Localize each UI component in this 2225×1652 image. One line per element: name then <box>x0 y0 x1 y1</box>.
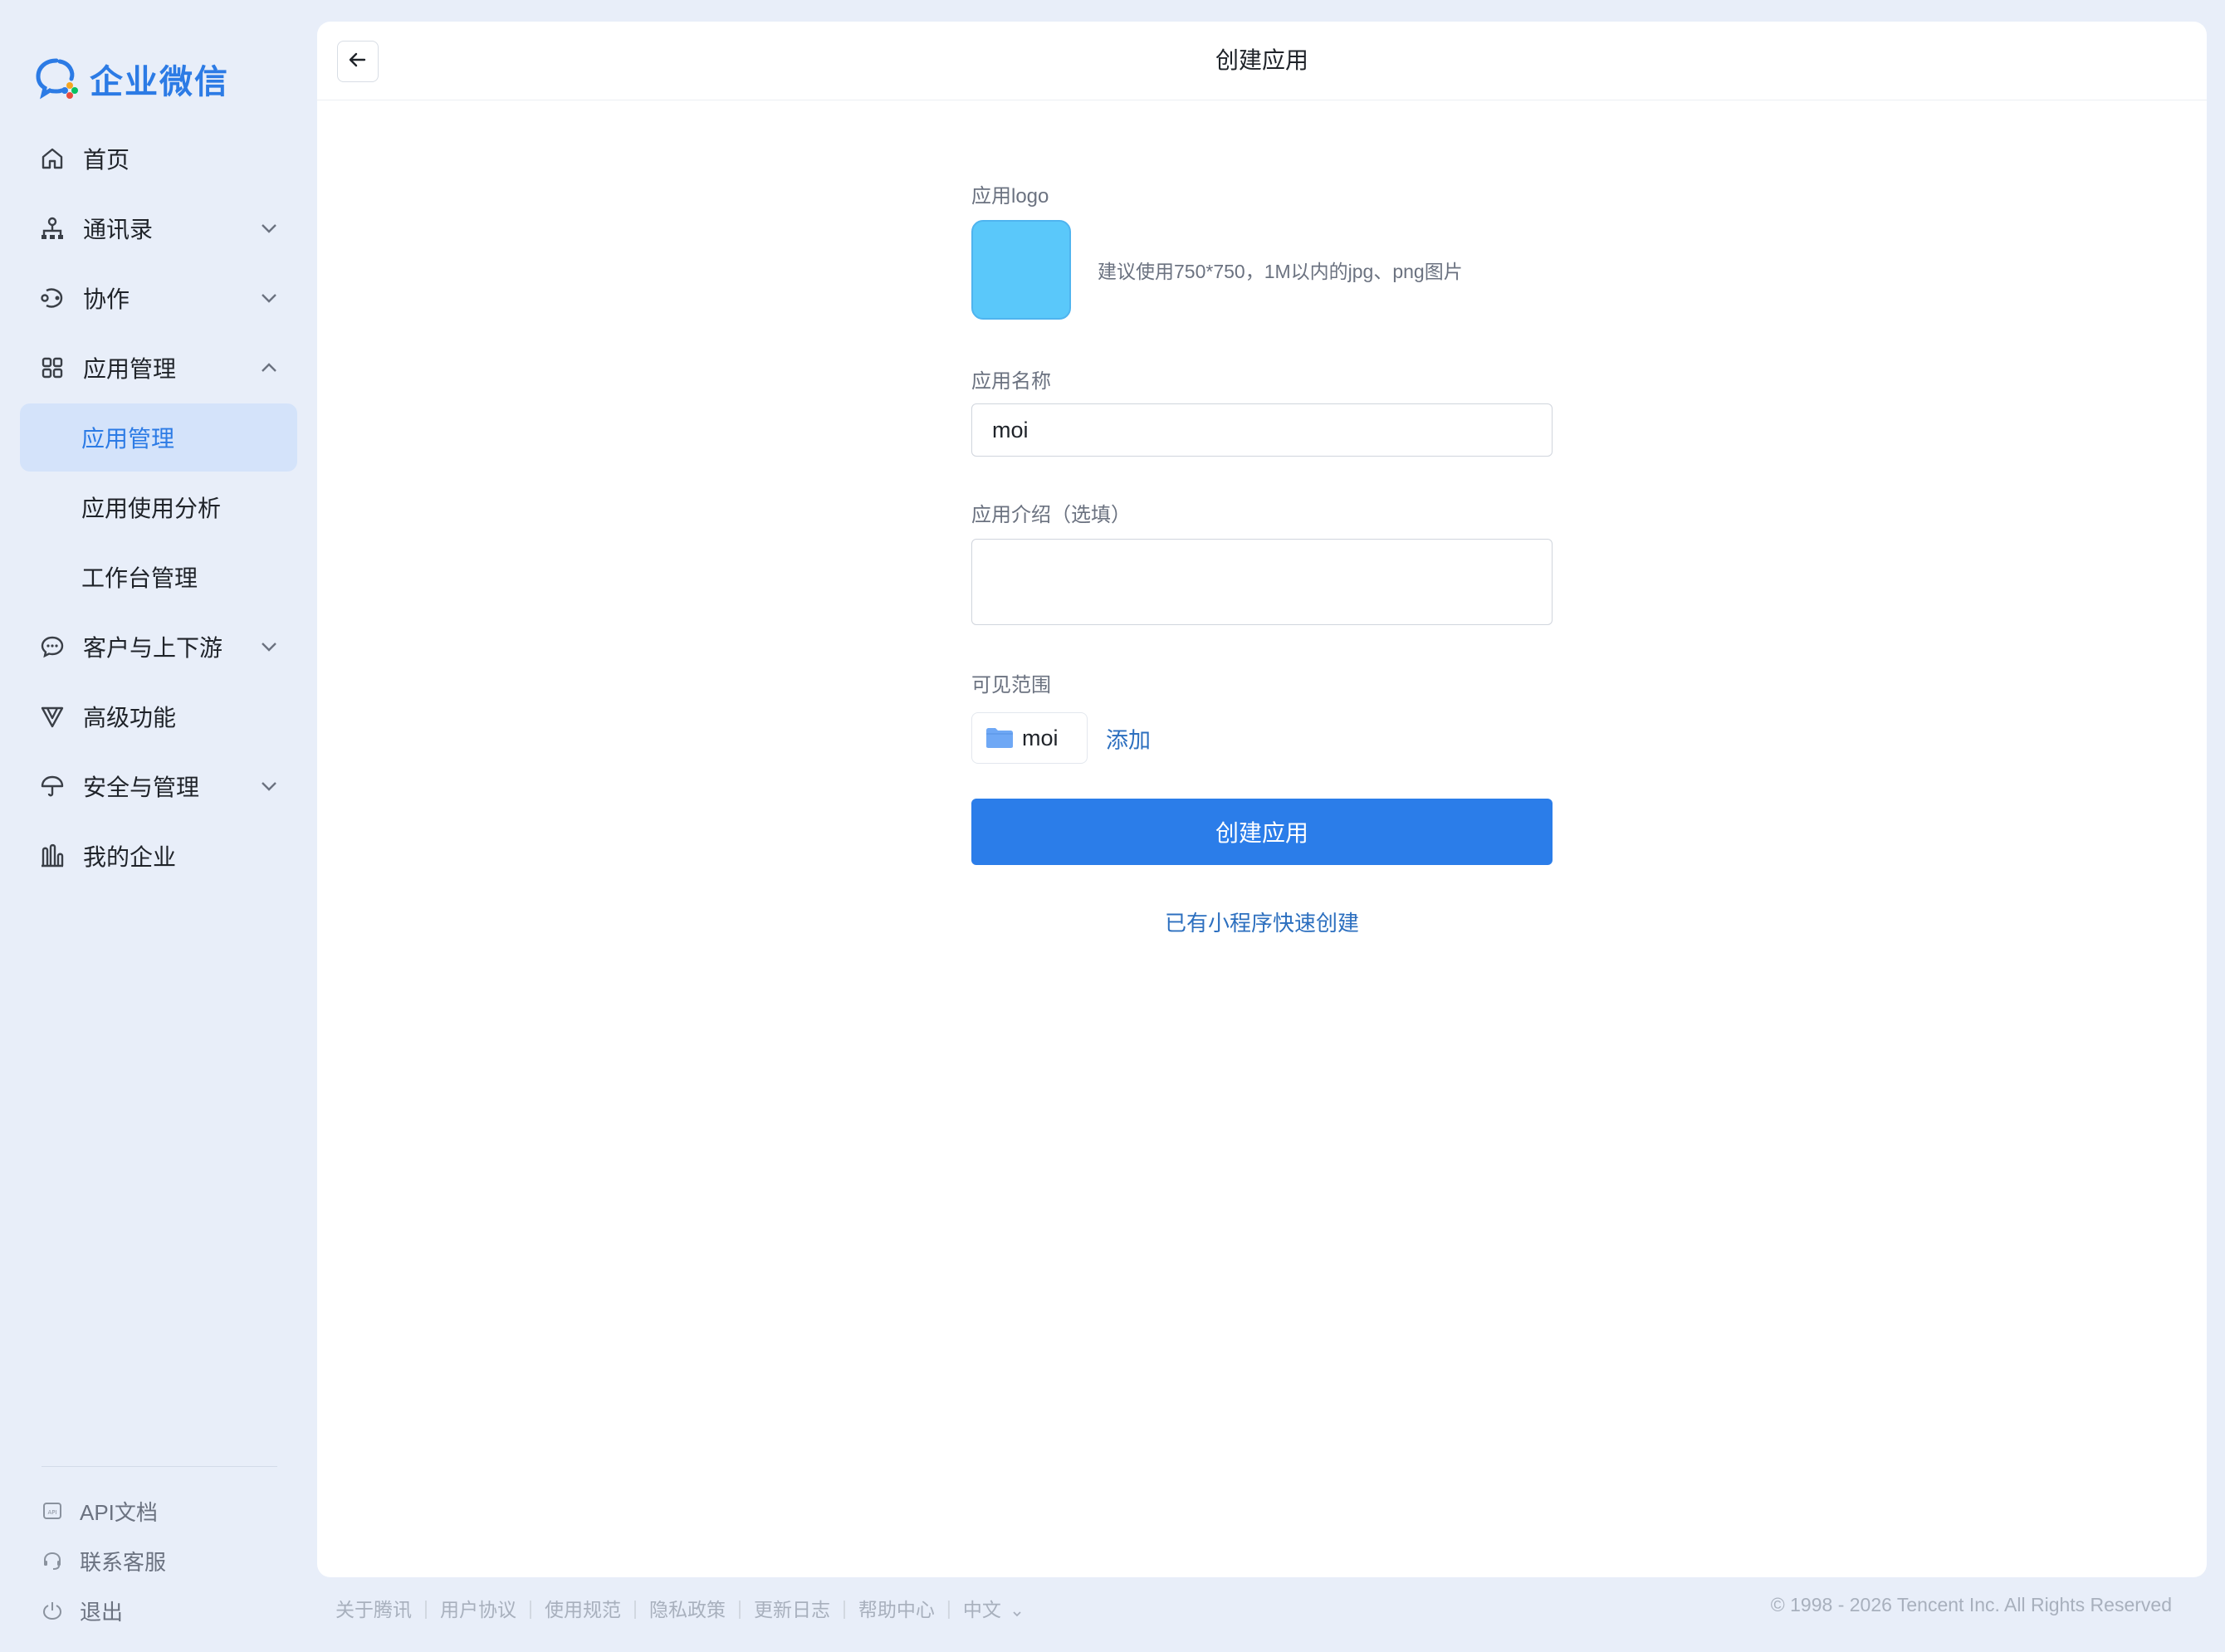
customer-service-label: 联系客服 <box>80 1549 167 1575</box>
footer-link-privacy[interactable]: 隐私政策 <box>649 1594 726 1622</box>
footer-link-user-agreement[interactable]: 用户协议 <box>440 1594 516 1622</box>
footer-link-changelog[interactable]: 更新日志 <box>754 1594 830 1622</box>
power-icon <box>40 1598 65 1623</box>
sidebar-item-collaboration[interactable]: 协作 <box>20 264 297 332</box>
sidebar-divider <box>42 1466 277 1467</box>
page-title: 创建应用 <box>1215 47 1308 73</box>
intro-label: 应用介绍（选填） <box>971 504 1131 526</box>
sidebar-subitem-workbench-management[interactable]: 工作台管理 <box>20 543 297 611</box>
app-intro-textarea[interactable] <box>971 539 1553 625</box>
scope-row: moi 添加 <box>971 712 1553 764</box>
wecom-logo-icon <box>35 56 81 102</box>
sidebar-nav: 首页 通讯录 协作 应用管理 应用管理 应用使用分析 工作台管理 客户与上下游 … <box>20 125 297 892</box>
footer-separator: | <box>423 1596 428 1619</box>
footer-separator: | <box>946 1596 951 1619</box>
footer-separator: | <box>736 1596 742 1619</box>
scope-chip-label: moi <box>1022 725 1059 750</box>
chevron-down-icon <box>257 217 281 240</box>
add-scope-link[interactable]: 添加 <box>1106 722 1151 755</box>
api-doc-label: API文档 <box>80 1499 158 1525</box>
brand-name: 企业微信 <box>90 64 229 100</box>
org-chart-icon <box>38 214 66 242</box>
mini-program-create-link[interactable]: 已有小程序快速创建 <box>971 907 1553 937</box>
chevron-down-icon <box>257 635 281 658</box>
app-logo-upload[interactable] <box>971 220 1071 320</box>
collaboration-icon <box>38 284 66 312</box>
footer-separator: | <box>841 1596 847 1619</box>
chevron-down-icon[interactable] <box>1011 1602 1023 1617</box>
sidebar-item-my-company[interactable]: 我的企业 <box>20 822 297 890</box>
scope-department-chip[interactable]: moi <box>971 712 1088 764</box>
create-app-button[interactable]: 创建应用 <box>971 799 1553 865</box>
advanced-icon <box>38 702 66 731</box>
footer-link-about[interactable]: 关于腾讯 <box>335 1594 412 1622</box>
sidebar-bottom-links: API API文档 联系客服 退出 <box>40 1486 166 1635</box>
chevron-down-icon <box>257 286 281 310</box>
sidebar-item-label: 协作 <box>83 286 130 312</box>
logo-row: 建议使用750*750，1M以内的jpg、png图片 <box>971 220 1553 320</box>
api-doc-link[interactable]: API API文档 <box>40 1486 166 1536</box>
sidebar-item-label: 我的企业 <box>83 844 177 870</box>
sidebar-item-customers[interactable]: 客户与上下游 <box>20 613 297 681</box>
footer-links: 关于腾讯 | 用户协议 | 使用规范 | 隐私政策 | 更新日志 | 帮助中心 … <box>335 1594 1023 1622</box>
sidebar-item-home[interactable]: 首页 <box>20 125 297 193</box>
scope-label: 可见范围 <box>971 674 1051 696</box>
card-header: 创建应用 <box>317 22 2207 100</box>
chevron-down-icon <box>257 775 281 798</box>
sidebar-item-security[interactable]: 安全与管理 <box>20 752 297 820</box>
logo-hint: 建议使用750*750，1M以内的jpg、png图片 <box>1098 261 1463 282</box>
sidebar-item-label: 首页 <box>83 147 130 173</box>
app-name-input[interactable]: moi <box>971 403 1553 457</box>
sidebar-item-advanced[interactable]: 高级功能 <box>20 682 297 750</box>
sidebar-item-label: 应用管理 <box>83 356 177 382</box>
sidebar: 企业微信 首页 通讯录 协作 应用管理 应用管理 应用使用分析 工作台管理 客户… <box>0 0 315 1652</box>
sidebar-item-label: 高级功能 <box>83 705 177 731</box>
copyright: © 1998 - 2026 Tencent Inc. All Rights Re… <box>1770 1594 2172 1615</box>
logout-link[interactable]: 退出 <box>40 1586 166 1635</box>
create-app-form: 应用logo 建议使用750*750，1M以内的jpg、png图片 应用名称 m… <box>971 179 1553 937</box>
sidebar-item-label: 工作台管理 <box>81 565 198 591</box>
home-icon <box>38 144 66 173</box>
name-label: 应用名称 <box>971 370 1051 393</box>
logo-label: 应用logo <box>971 185 1049 208</box>
main-card: 创建应用 应用logo 建议使用750*750，1M以内的jpg、png图片 应… <box>317 22 2207 1577</box>
chevron-up-icon <box>257 356 281 379</box>
sidebar-subitem-app-usage-analysis[interactable]: 应用使用分析 <box>20 473 297 541</box>
footer-separator: | <box>632 1596 638 1619</box>
sidebar-subitem-app-management[interactable]: 应用管理 <box>20 403 297 472</box>
umbrella-icon <box>38 772 66 800</box>
sidebar-item-label: 应用管理 <box>81 426 175 452</box>
language-selector[interactable]: 中文 <box>963 1594 1001 1622</box>
brand-logo[interactable]: 企业微信 <box>35 55 229 103</box>
sidebar-item-label: 客户与上下游 <box>83 635 223 661</box>
folder-icon <box>985 727 1014 749</box>
chat-bubble-icon <box>38 633 66 661</box>
logout-label: 退出 <box>80 1599 124 1625</box>
sidebar-item-label: 通讯录 <box>83 217 154 242</box>
footer-link-usage-rules[interactable]: 使用规范 <box>545 1594 621 1622</box>
footer-separator: | <box>527 1596 533 1619</box>
sidebar-item-app-management[interactable]: 应用管理 <box>20 334 297 402</box>
api-doc-icon: API <box>40 1498 65 1523</box>
apps-grid-icon <box>38 354 66 382</box>
sidebar-item-label: 安全与管理 <box>83 775 200 800</box>
headset-icon <box>40 1548 65 1573</box>
building-icon <box>38 842 66 870</box>
customer-service-link[interactable]: 联系客服 <box>40 1536 166 1586</box>
footer-link-help[interactable]: 帮助中心 <box>858 1594 935 1622</box>
svg-text:API: API <box>47 1509 56 1516</box>
sidebar-item-contacts[interactable]: 通讯录 <box>20 194 297 262</box>
sidebar-item-label: 应用使用分析 <box>81 496 222 521</box>
